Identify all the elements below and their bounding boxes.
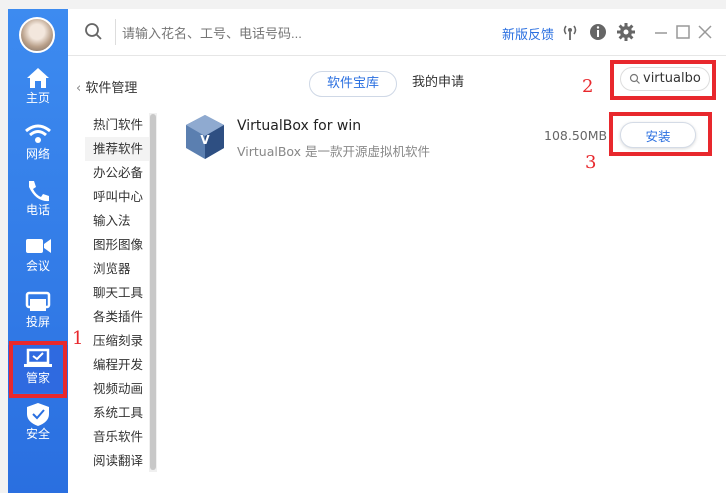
scrollbar-thumb[interactable]	[150, 114, 156, 470]
svg-text:V: V	[200, 133, 210, 147]
top-bar: 新版反馈	[68, 9, 726, 56]
maximize-icon[interactable]	[674, 23, 692, 41]
sidebar-item-label: 电话	[25, 203, 50, 217]
app-description: VirtualBox 是一款开源虚拟机软件	[237, 144, 431, 159]
video-icon	[26, 239, 51, 253]
sidebar-item-label: 安全	[25, 427, 50, 441]
annotation-number: 1	[72, 328, 84, 349]
annotation-number: 3	[585, 152, 597, 173]
app-name: VirtualBox for win	[237, 118, 362, 134]
sidebar-item-phone[interactable]: 电话	[8, 177, 68, 225]
highlight-box-1	[9, 341, 67, 398]
search-input[interactable]	[120, 21, 424, 45]
sidebar-item-label: 投屏	[25, 315, 50, 329]
info-icon[interactable]	[588, 22, 608, 42]
close-icon[interactable]	[696, 23, 714, 41]
sidebar-item-label: 网络	[25, 147, 50, 161]
category-item[interactable]: 图形图像	[85, 233, 153, 257]
app-size: 108.50MB	[544, 128, 608, 143]
category-item[interactable]: 各类插件	[85, 305, 153, 329]
background-edge	[0, 0, 8, 493]
sidebar-item-meeting[interactable]: 会议	[8, 233, 68, 281]
gear-icon[interactable]	[616, 22, 636, 42]
category-item[interactable]: 办公必备	[85, 161, 153, 185]
tab-software-library[interactable]: 软件宝库	[309, 71, 397, 97]
category-item[interactable]: 阅读翻译	[85, 449, 153, 473]
category-item[interactable]: 聊天工具	[85, 281, 153, 305]
sidebar-item-network[interactable]: 网络	[8, 121, 68, 169]
category-item[interactable]: 输入法	[85, 209, 153, 233]
category-item[interactable]: 编程开发	[85, 353, 153, 377]
home-icon	[27, 68, 49, 88]
category-item[interactable]: 压缩刻录	[85, 329, 153, 353]
category-item[interactable]: 音乐软件	[85, 425, 153, 449]
sidebar-item-screen[interactable]: 投屏	[8, 289, 68, 337]
minimize-icon[interactable]	[652, 23, 670, 41]
sidebar-item-label: 主页	[25, 91, 50, 105]
background-strip	[0, 0, 726, 9]
wifi-icon	[25, 124, 51, 143]
highlight-box-2	[610, 60, 716, 100]
virtualbox-logo-icon: V	[186, 115, 224, 159]
highlight-box-3	[609, 112, 712, 156]
category-item[interactable]: 系统工具	[85, 401, 153, 425]
category-item[interactable]: 视频动画	[85, 377, 153, 401]
sidebar: 主页 网络 电话 会议 投屏 管家 安全	[8, 9, 68, 493]
tab-my-requests[interactable]: 我的申请	[408, 71, 468, 95]
divider	[115, 19, 116, 45]
category-item[interactable]: 浏览器	[85, 257, 153, 281]
sidebar-item-home[interactable]: 主页	[8, 65, 68, 113]
category-item[interactable]: 热门软件	[85, 113, 153, 137]
phone-icon	[29, 181, 49, 202]
chevron-left-icon: ‹	[76, 81, 86, 96]
shield-icon	[27, 403, 49, 426]
sidebar-item-security[interactable]: 安全	[8, 401, 68, 449]
category-item[interactable]: 推荐软件	[85, 137, 153, 161]
sidebar-item-label: 会议	[25, 259, 50, 273]
feedback-link[interactable]: 新版反馈	[502, 24, 554, 43]
category-list: 热门软件 推荐软件 办公必备 呼叫中心 输入法 图形图像 浏览器 聊天工具 各类插件 压缩刻录 编程…	[85, 113, 157, 473]
category-item[interactable]: 呼叫中心	[85, 185, 153, 209]
cast-icon	[25, 291, 51, 311]
back-label: 软件管理	[85, 81, 138, 96]
back-button[interactable]: ‹ 软件管理	[76, 77, 137, 96]
annotation-number: 2	[582, 76, 594, 97]
broadcast-icon[interactable]	[560, 22, 580, 42]
avatar[interactable]	[19, 17, 55, 53]
search-icon	[85, 23, 102, 40]
